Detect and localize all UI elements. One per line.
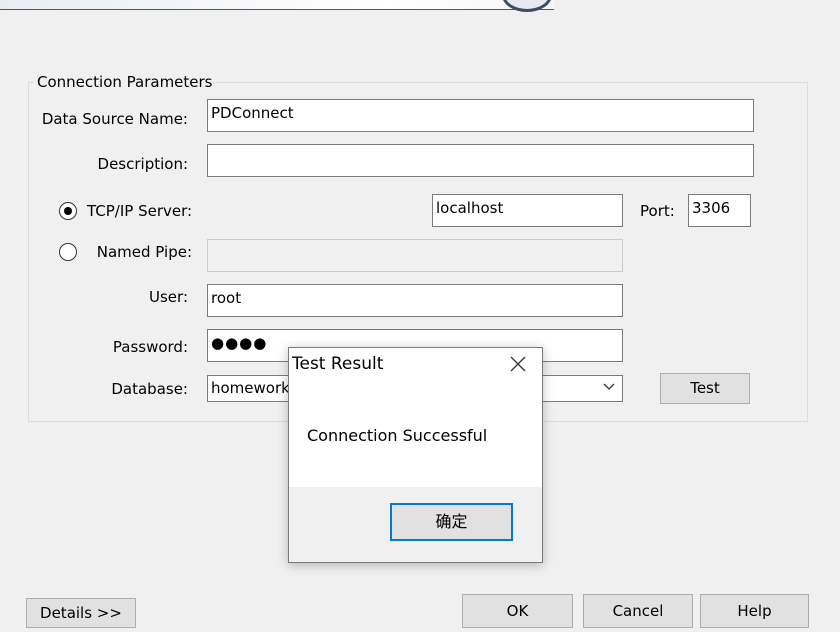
dsn-label: Data Source Name: [41,110,188,128]
tcp-label: TCP/IP Server: [87,202,193,220]
port-input[interactable]: 3306 [688,194,751,227]
logo-icon [502,0,552,12]
pipe-label: Named Pipe: [96,243,192,261]
port-label: Port: [640,202,675,220]
password-label: Password: [112,338,188,356]
dsn-input[interactable]: PDConnect [207,99,754,132]
help-button[interactable]: Help [700,594,809,628]
header-banner [0,0,554,10]
pipe-radio[interactable] [59,243,77,261]
chevron-down-icon[interactable] [602,380,616,398]
test-result-dialog: Test Result Connection Successful 确定 [288,347,543,563]
dialog-message: Connection Successful [307,426,488,445]
description-label: Description: [97,155,188,173]
close-icon[interactable] [508,354,528,374]
tcp-radio[interactable] [59,202,77,220]
database-value: homework [211,379,290,397]
user-label: User: [149,288,188,306]
dialog-ok-button[interactable]: 确定 [390,503,513,541]
ok-button[interactable]: OK [462,594,573,628]
dialog-title: Test Result [292,354,384,374]
user-input[interactable]: root [207,284,623,317]
tcp-server-input[interactable]: localhost [432,194,623,227]
details-button[interactable]: Details >> [26,598,136,628]
pipe-input [207,239,623,272]
group-title: Connection Parameters [34,73,216,91]
cancel-button[interactable]: Cancel [583,594,693,628]
description-input[interactable] [207,144,754,177]
test-button[interactable]: Test [660,373,750,404]
database-label: Database: [111,380,188,398]
